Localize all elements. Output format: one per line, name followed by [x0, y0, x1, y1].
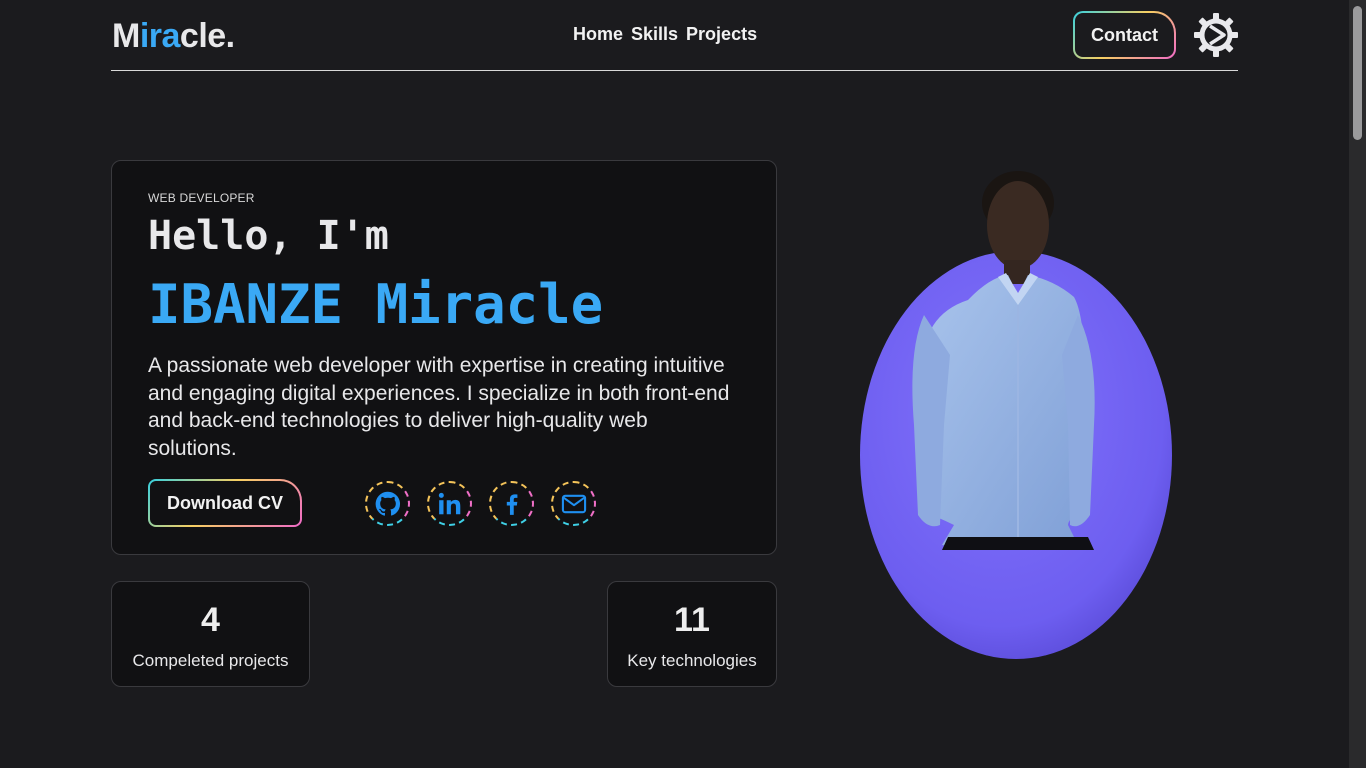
linkedin-link[interactable] — [427, 481, 472, 526]
stat-technologies-value: 11 — [674, 601, 710, 639]
contact-button-label: Contact — [1075, 13, 1174, 57]
mail-icon — [561, 494, 586, 513]
nav-home[interactable]: Home — [573, 24, 623, 45]
mail-link[interactable] — [551, 481, 596, 526]
logo[interactable]: Miracle. — [112, 17, 235, 56]
header: Miracle. Home Skills Projects Contact — [111, 0, 1238, 71]
person-figure — [912, 171, 1095, 550]
linkedin-icon — [438, 492, 460, 514]
stat-projects-value: 4 — [201, 601, 220, 639]
main-nav: Home Skills Projects — [573, 24, 757, 45]
download-cv-label: Download CV — [150, 481, 300, 525]
logo-part-2: ira — [139, 17, 181, 55]
hero-name: IBANZE Miracle — [148, 273, 604, 336]
role-label: WEB DEVELOPER — [148, 191, 255, 205]
profile-portrait — [860, 171, 1172, 659]
bio: A passionate web developer with expertis… — [148, 354, 730, 460]
nav-skills[interactable]: Skills — [631, 24, 678, 45]
nav-projects[interactable]: Projects — [686, 24, 757, 45]
hero-card: WEB DEVELOPER Hello, I'm IBANZE Miracle … — [111, 160, 777, 555]
scrollbar-thumb[interactable] — [1353, 6, 1362, 140]
gear-icon[interactable] — [1193, 12, 1239, 58]
greeting: Hello, I'm — [148, 213, 389, 259]
facebook-link[interactable] — [489, 481, 534, 526]
contact-button[interactable]: Contact — [1073, 11, 1176, 59]
stat-projects-label: Compeleted projects — [132, 651, 289, 670]
logo-part-3: cle. — [179, 17, 235, 55]
download-cv-button[interactable]: Download CV — [148, 479, 302, 527]
stat-projects: 4 Compeleted projects — [111, 581, 310, 687]
stat-technologies-label: Key technologies — [627, 651, 757, 670]
github-icon — [375, 491, 400, 516]
facebook-icon — [506, 493, 517, 515]
stat-technologies: 11 Key technologies — [607, 581, 777, 687]
logo-part-1: M — [112, 17, 140, 55]
social-links — [365, 481, 596, 526]
github-link[interactable] — [365, 481, 410, 526]
scrollbar[interactable] — [1349, 0, 1366, 768]
